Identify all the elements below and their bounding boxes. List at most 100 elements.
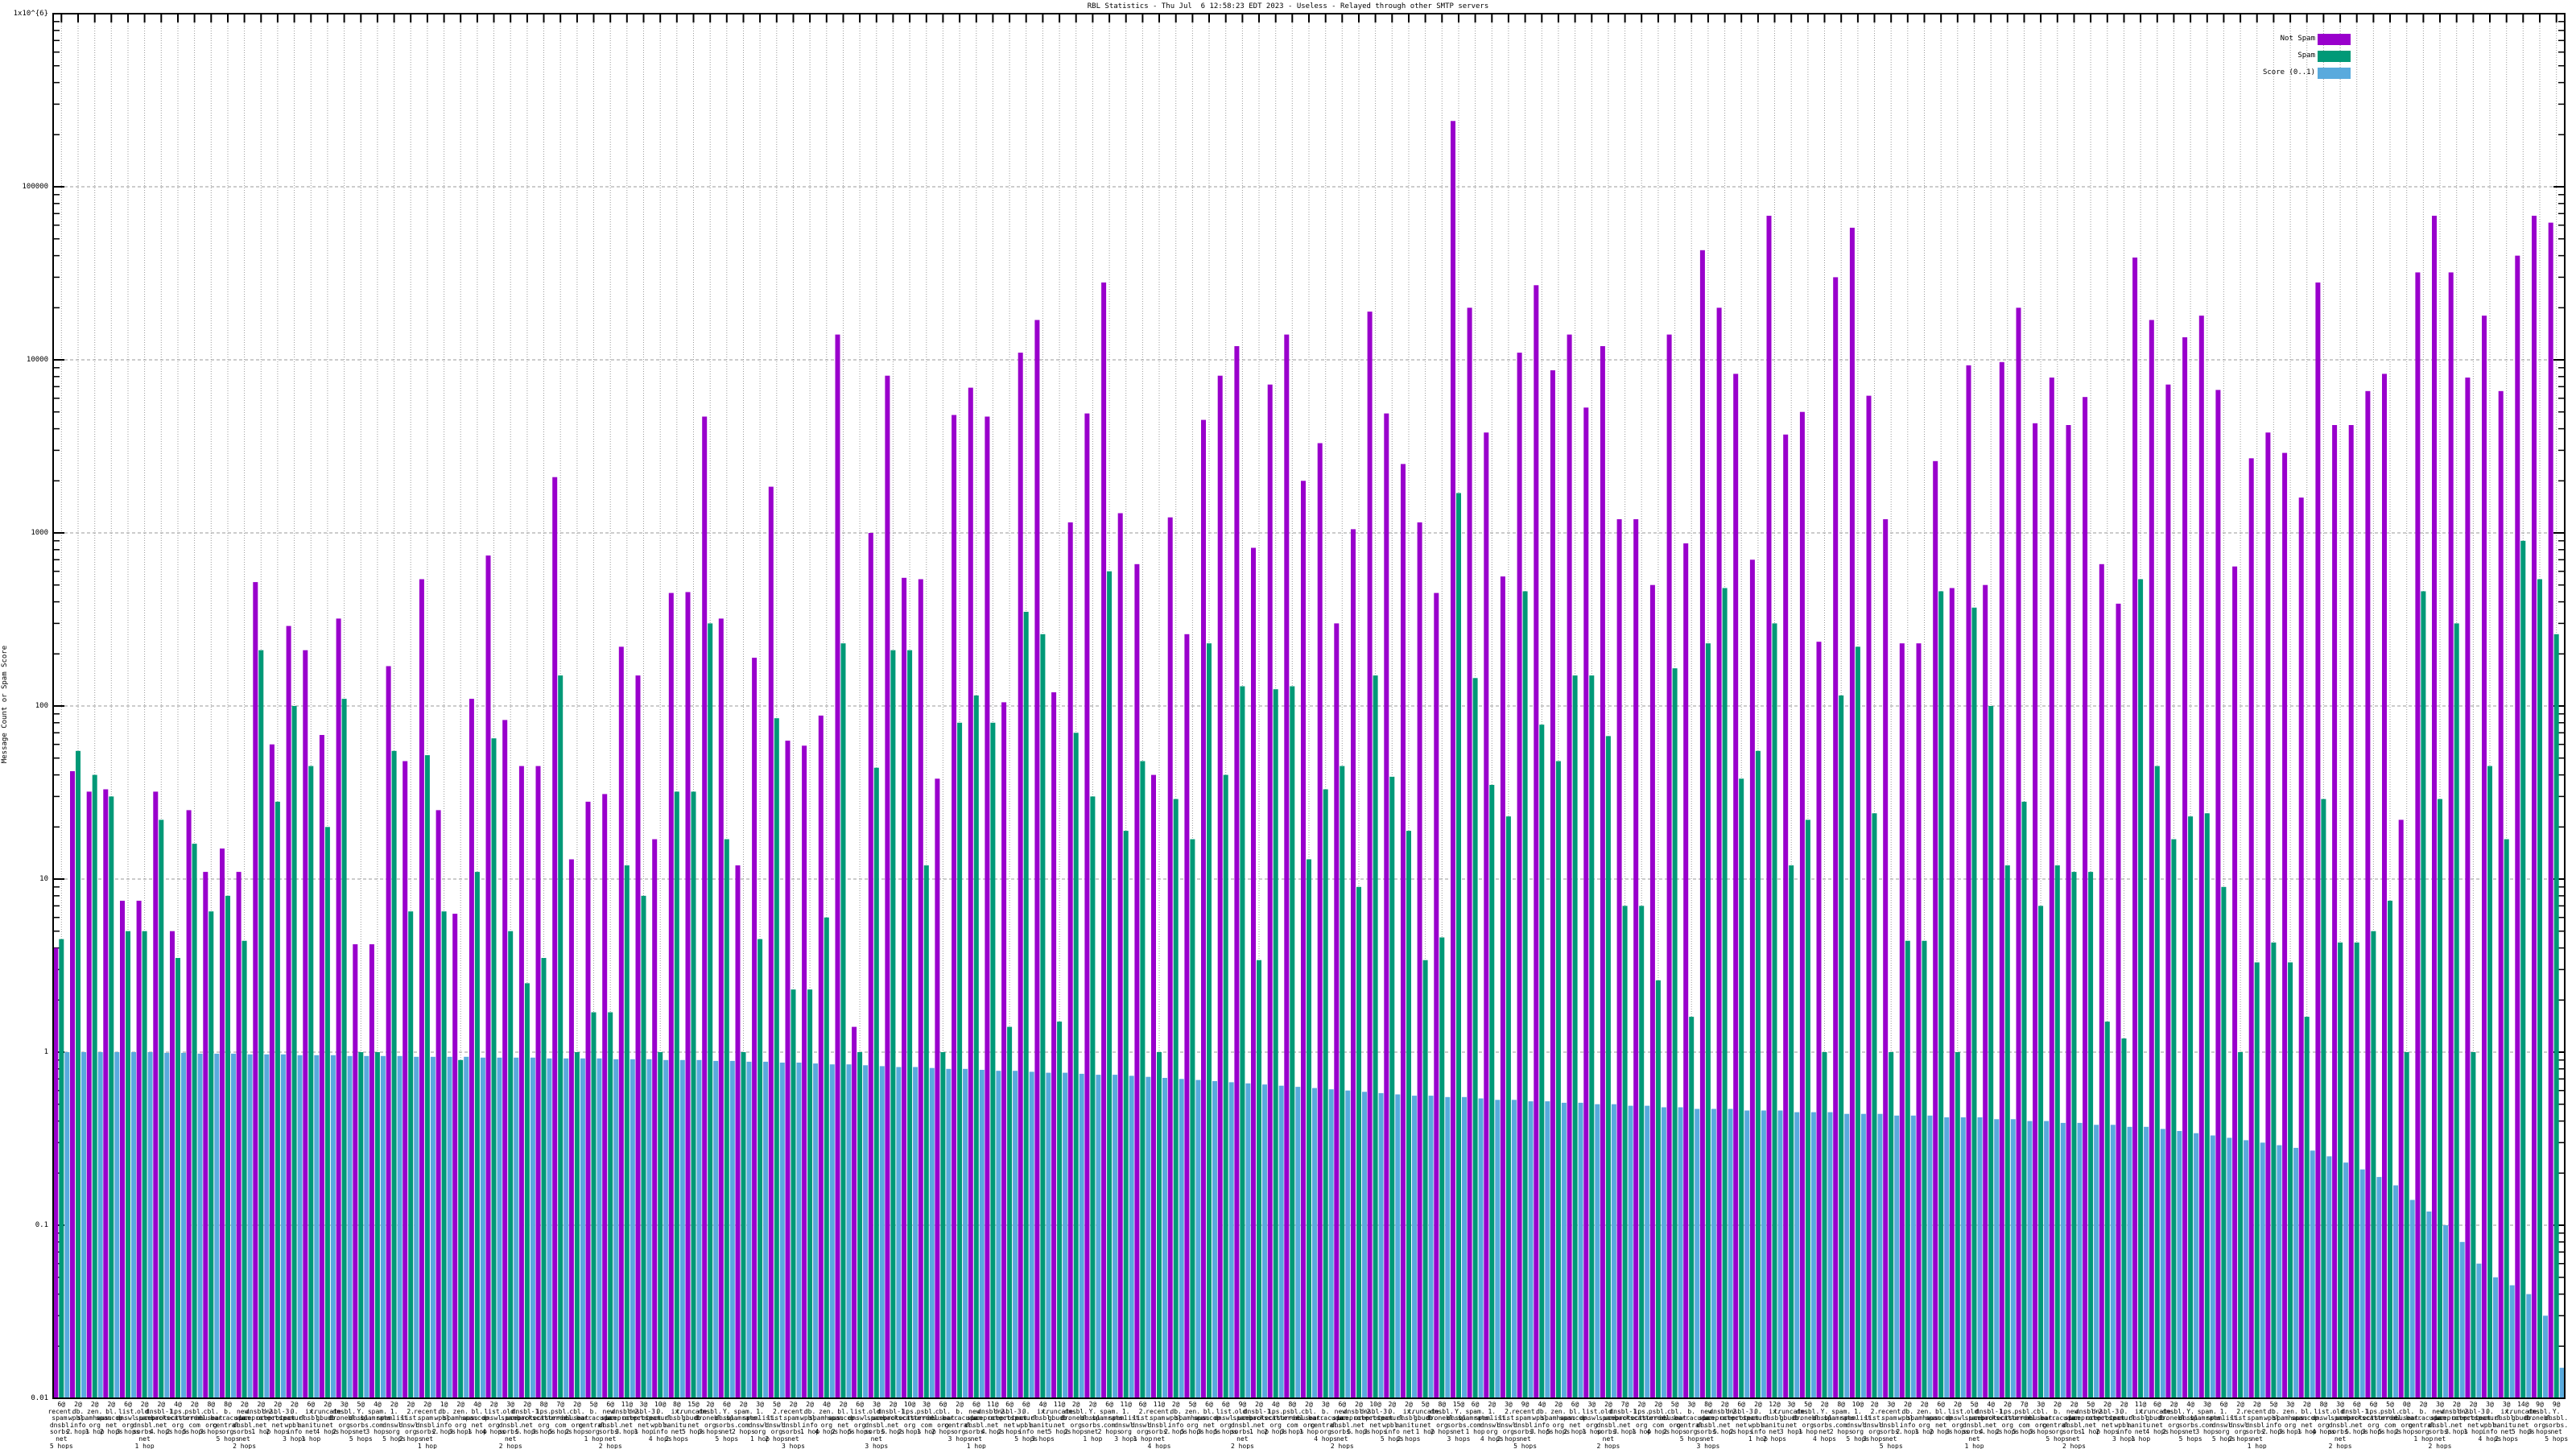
bar-spam — [957, 722, 963, 1398]
chart-title: RBL Statistics - Thu Jul 6 12:58:23 EDT … — [1087, 2, 1489, 10]
bar-spam — [1505, 816, 1511, 1398]
bar-not-spam — [86, 791, 92, 1398]
bar-not-spam — [752, 658, 758, 1398]
bar-spam — [2071, 872, 2077, 1398]
bar-not-spam — [1317, 443, 1323, 1398]
bar-spam — [474, 872, 480, 1398]
bar-not-spam — [336, 618, 341, 1398]
bar-not-spam — [1484, 432, 1489, 1398]
bar-not-spam — [2382, 374, 2387, 1398]
bar-spam — [92, 774, 97, 1398]
bar-score — [2177, 1131, 2182, 1398]
bar-not-spam — [1467, 308, 1472, 1398]
bar-not-spam — [452, 914, 458, 1398]
bar-spam — [2021, 801, 2027, 1398]
bar-not-spam — [1134, 564, 1140, 1398]
bar-not-spam — [1018, 353, 1023, 1399]
bar-score — [613, 1059, 619, 1398]
bar-spam — [1307, 859, 1311, 1398]
bar-score — [2144, 1126, 2149, 1398]
bar-spam — [2104, 1022, 2110, 1398]
bar-spam — [324, 827, 330, 1398]
bar-score — [913, 1067, 919, 1398]
bar-spam — [1639, 906, 1645, 1398]
bar-score — [929, 1067, 935, 1398]
bar-not-spam — [2482, 316, 2487, 1399]
bar-not-spam — [1034, 320, 1040, 1398]
bar-spam — [441, 911, 447, 1398]
bar-not-spam — [968, 387, 973, 1399]
bar-spam — [923, 865, 929, 1398]
bar-not-spam — [1616, 519, 1622, 1398]
bar-score — [1378, 1092, 1384, 1398]
legend-label-spam: Spam — [2297, 52, 2315, 60]
bar-not-spam — [220, 848, 225, 1398]
bar-score — [1262, 1084, 1267, 1398]
bar-not-spam — [1600, 346, 1605, 1398]
bar-not-spam — [469, 699, 474, 1398]
bar-not-spam — [2315, 282, 2321, 1398]
bar-spam — [890, 650, 896, 1398]
bar-not-spam — [1883, 519, 1889, 1398]
bar-spam — [1872, 813, 1877, 1398]
bar-not-spam — [1334, 623, 1340, 1398]
bar-spam — [1805, 819, 1810, 1398]
bar-not-spam — [1434, 592, 1439, 1398]
bar-not-spam — [2049, 378, 2054, 1398]
bar-not-spam — [1367, 312, 1373, 1399]
bar-spam — [1539, 724, 1545, 1398]
bar-not-spam — [502, 720, 508, 1398]
bar-score — [580, 1058, 585, 1398]
bar-score — [1162, 1078, 1167, 1398]
bar-score — [2277, 1145, 2282, 1398]
bar-not-spam — [1384, 413, 1389, 1398]
y-tick-label: 100000 — [22, 183, 48, 191]
bar-score — [2260, 1142, 2265, 1398]
bar-spam — [724, 839, 729, 1398]
bar-score — [1628, 1105, 1633, 1398]
bar-score — [1645, 1105, 1650, 1398]
bar-spam — [2504, 839, 2509, 1398]
bar-not-spam — [1201, 419, 1206, 1398]
bar-not-spam — [952, 415, 957, 1398]
bar-not-spam — [286, 625, 291, 1398]
bar-score — [1096, 1075, 1101, 1398]
bar-score — [1927, 1115, 1933, 1398]
bar-spam — [1672, 668, 1678, 1398]
bar-not-spam — [1733, 374, 1739, 1398]
bar-not-spam — [2066, 425, 2071, 1398]
bar-not-spam — [1966, 365, 1971, 1398]
bar-score — [414, 1056, 419, 1398]
bar-not-spam — [2215, 390, 2221, 1398]
bar-spam — [807, 989, 813, 1398]
bar-spam — [1273, 689, 1278, 1398]
bar-score — [2476, 1263, 2482, 1398]
bar-spam — [2254, 962, 2260, 1398]
bar-score — [514, 1057, 519, 1398]
bar-spam — [192, 844, 197, 1398]
bar-score — [796, 1063, 802, 1398]
bar-not-spam — [518, 766, 524, 1398]
bar-not-spam — [1001, 702, 1007, 1398]
rbl-statistics-chart: RBL Statistics - Thu Jul 6 12:58:23 EDT … — [0, 0, 2576, 1449]
bar-score — [1744, 1110, 1750, 1398]
bar-not-spam — [303, 650, 308, 1398]
bar-not-spam — [2348, 425, 2354, 1398]
bar-not-spam — [70, 771, 75, 1398]
bar-not-spam — [1633, 519, 1639, 1398]
bar-score — [1179, 1079, 1184, 1398]
bar-not-spam — [1799, 411, 1805, 1399]
bar-not-spam — [1517, 353, 1522, 1399]
bar-not-spam — [1749, 559, 1755, 1398]
bar-score — [1595, 1104, 1600, 1398]
legend-label-not-spam: Not Spam — [2280, 35, 2315, 43]
bar-spam — [391, 750, 397, 1398]
bar-spam — [341, 699, 347, 1398]
bar-not-spam — [585, 801, 591, 1398]
bar-spam — [990, 722, 996, 1398]
bar-spam — [2188, 816, 2194, 1398]
bar-spam — [1422, 960, 1428, 1398]
bar-score — [2326, 1156, 2332, 1398]
bar-score — [2094, 1125, 2099, 1398]
bar-score — [64, 1052, 70, 1398]
